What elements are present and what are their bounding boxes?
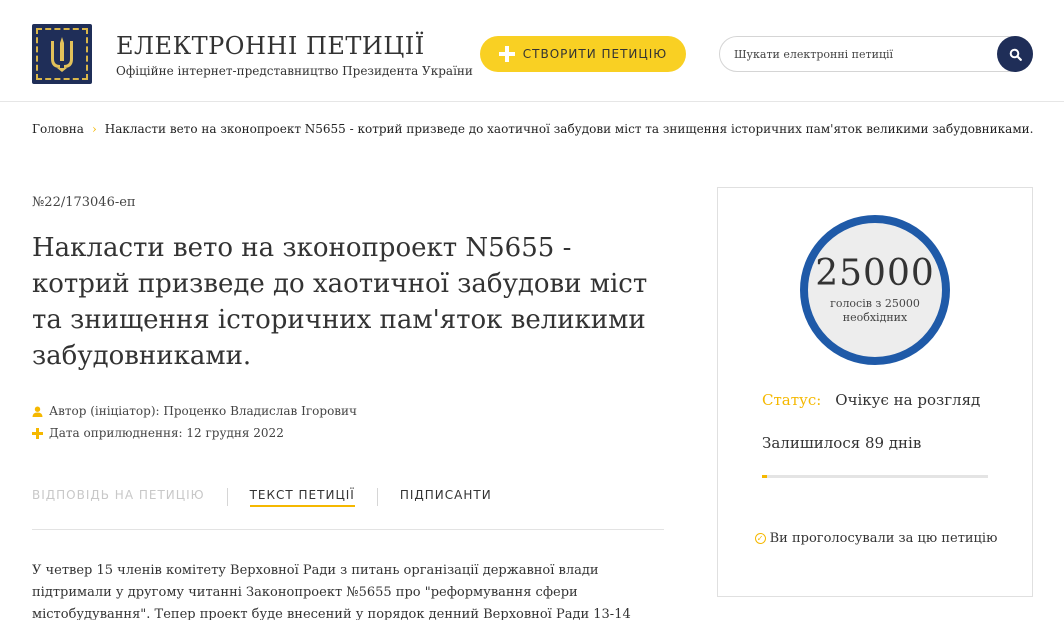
tab-petition-text[interactable]: ТЕКСТ ПЕТИЦІЇ (249, 488, 355, 507)
plus-icon (498, 46, 515, 62)
breadcrumb-home-link[interactable]: Головна (32, 122, 84, 136)
search-button[interactable] (997, 36, 1033, 72)
petition-text: У четвер 15 членів комітету Верховної Ра… (32, 563, 631, 620)
petition-author-text: Автор (ініціатор): Проценко Владислав Іг… (49, 404, 357, 418)
site-title: ЕЛЕКТРОННІ ПЕТИЦІЇ (116, 32, 425, 60)
user-icon (32, 406, 43, 417)
tab-answer[interactable]: ВІДПОВІДЬ НА ПЕТИЦІЮ (32, 488, 205, 505)
search-box (719, 36, 1033, 72)
tab-signers[interactable]: ПІДПИСАНТИ (400, 488, 492, 505)
create-petition-button[interactable]: СТВОРИТИ ПЕТИЦІЮ (480, 36, 686, 72)
chevron-right-icon: › (91, 122, 97, 136)
tab-divider (226, 488, 228, 506)
votes-panel: 25000 голосів з 25000 необхідних Статус:… (717, 187, 1033, 597)
voted-text: Ви проголосували за цю петицію (769, 531, 998, 546)
petition-author: Автор (ініціатор): Проценко Владислав Іг… (32, 404, 357, 418)
status-label: Статус: (762, 391, 822, 409)
trident-emblem-icon[interactable] (32, 24, 92, 84)
search-icon (1009, 48, 1022, 61)
create-petition-label: СТВОРИТИ ПЕТИЦІЮ (522, 47, 668, 61)
site-subtitle: Офіційне інтернет-представництво Президе… (116, 64, 473, 78)
check-circle-icon: ✓ (754, 533, 766, 544)
voted-notice: ✓ Ви проголосували за цю петицію (718, 528, 1034, 550)
petition-date: Дата оприлюднення: 12 грудня 2022 (32, 426, 284, 440)
tab-divider (376, 488, 378, 506)
status-value: Очікує на розгляд (835, 391, 981, 409)
votes-note: голосів з 25000 необхідних (830, 297, 920, 324)
breadcrumb-current: Накласти вето на зконопроект N5655 - кот… (104, 122, 1034, 136)
votes-ring: 25000 голосів з 25000 необхідних (800, 215, 950, 365)
plus-icon (32, 427, 43, 439)
breadcrumb: Головна › Накласти вето на зконопроект N… (32, 122, 1033, 136)
petition-number: №22/173046-еп (32, 195, 136, 210)
votes-count: 25000 (815, 253, 935, 294)
site-header: ЕЛЕКТРОННІ ПЕТИЦІЇ Офіційне інтернет-пре… (0, 0, 1064, 102)
remaining-days: Залишилося 89 днів (762, 434, 922, 452)
petition-title: Накласти вето на зконопроект N5655 - кот… (32, 233, 648, 371)
petition-date-text: Дата оприлюднення: 12 грудня 2022 (49, 426, 284, 440)
petition-tabs: ВІДПОВІДЬ НА ПЕТИЦІЮ ТЕКСТ ПЕТИЦІЇ ПІДПИ… (32, 488, 664, 530)
progress-fill (762, 475, 767, 478)
search-input[interactable] (734, 45, 994, 63)
status-row: Статус: Очікує на розгляд (762, 391, 980, 409)
progress-bar (762, 475, 988, 478)
